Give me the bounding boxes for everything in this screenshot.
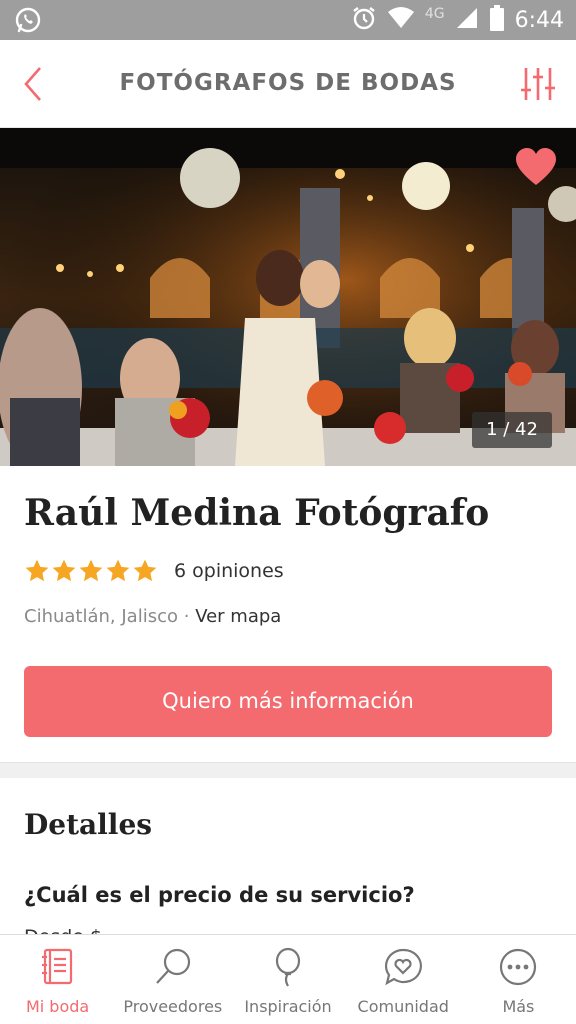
request-info-button[interactable]: Quiero más información [24, 666, 552, 737]
nav-label: Inspiración [244, 997, 332, 1016]
chat-heart-icon [383, 947, 423, 987]
more-icon [498, 947, 538, 987]
bottom-navigation: Mi boda Proveedores Inspiración Comunida… [0, 934, 576, 1024]
status-time: 6:44 [514, 7, 564, 33]
balloon-icon [268, 947, 308, 987]
status-bar: 4G 6:44 [0, 0, 576, 40]
section-divider [0, 762, 576, 778]
details-heading: Detalles [24, 808, 153, 841]
price-question: ¿Cuál es el precio de su servicio? [24, 883, 415, 907]
reviews-count[interactable]: 6 opiniones [174, 560, 284, 582]
page-title: FOTÓGRAFOS DE BODAS [119, 70, 457, 96]
heart-icon[interactable] [514, 146, 558, 190]
location-separator: · [183, 606, 190, 627]
vendor-location: Cihuatlán, Jalisco [24, 606, 178, 627]
nav-label: Mi boda [25, 997, 90, 1016]
nav-item-comunidad[interactable]: Comunidad [346, 935, 461, 1024]
sliders-icon[interactable] [518, 64, 558, 104]
alarm-icon [351, 5, 377, 36]
star-icon [106, 559, 130, 582]
star-icon [52, 559, 76, 582]
app-header: FOTÓGRAFOS DE BODAS [0, 40, 576, 128]
nav-item-mi-boda[interactable]: Mi boda [0, 935, 115, 1024]
network-type: 4G [424, 6, 445, 22]
star-icon [133, 559, 157, 582]
wifi-icon [387, 6, 415, 35]
whatsapp-icon [14, 6, 42, 39]
battery-icon [489, 4, 505, 36]
signal-icon [455, 6, 479, 35]
magnifier-icon [153, 947, 193, 987]
rating-row[interactable]: 6 opiniones [24, 558, 284, 584]
nav-item-proveedores[interactable]: Proveedores [115, 935, 230, 1024]
star-icon [79, 559, 103, 582]
nav-label: Comunidad [357, 997, 449, 1016]
nav-item-mas[interactable]: Más [461, 935, 576, 1024]
vendor-name: Raúl Medina Fotógrafo [24, 492, 490, 534]
star-rating [24, 558, 158, 584]
star-icon [25, 559, 49, 582]
notebook-icon [38, 947, 78, 987]
nav-label: Proveedores [123, 997, 223, 1016]
photo-counter: 1 / 42 [472, 412, 552, 448]
nav-item-inspiracion[interactable]: Inspiración [230, 935, 345, 1024]
map-link[interactable]: Ver mapa [195, 606, 281, 627]
photo-gallery[interactable]: 1 / 42 [0, 128, 576, 466]
location-row: Cihuatlán, Jalisco · Ver mapa [24, 606, 281, 627]
nav-label: Más [502, 997, 535, 1016]
